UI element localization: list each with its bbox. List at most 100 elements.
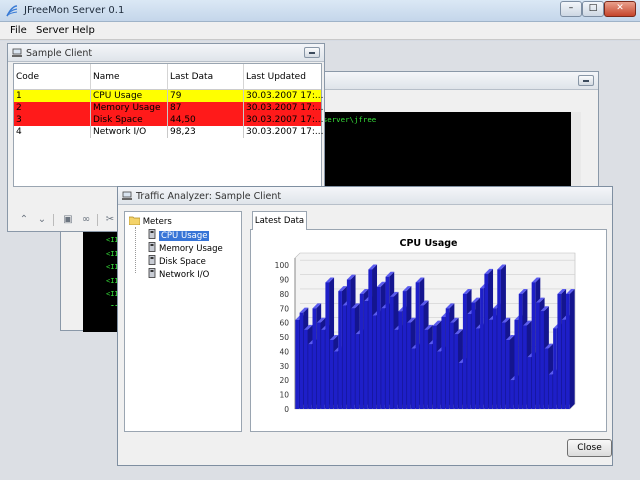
close-button[interactable]: Close [567,439,612,457]
column-header-code[interactable]: Code [14,64,91,90]
console-left-mark: <II [106,236,117,244]
bar [535,302,540,409]
cpu-usage-chart: 0 10 20 30 40 50 60 70 80 90 100 [275,252,576,414]
tree-item-label: Network I/O [159,270,210,280]
bar [299,312,304,409]
console-left-mark: <II [106,290,117,298]
bar [303,329,308,409]
bar [480,288,484,409]
console-left-mark: <II [106,276,117,285]
bar [432,325,437,409]
meters-tree[interactable]: Meters CPU Usage Memory Usage Disk Space Ne… [124,211,242,432]
close-window-button[interactable]: ✕ [604,1,636,17]
bar-side [569,288,575,409]
bar [312,308,317,409]
cut-icon[interactable]: ✂ [103,213,117,227]
folder-icon [128,216,141,226]
binoculars-icon[interactable]: ∞ [79,213,93,227]
bar [544,348,549,409]
bar [407,322,411,409]
client-minimize-button[interactable] [304,47,320,58]
tree-root-label: Meters [142,217,172,227]
table-row[interactable]: 3 Disk Space 44,50 30.03.2007 17:... [14,114,323,126]
move-down-icon[interactable]: ⌄ [35,213,49,227]
bar [462,293,467,409]
bar [381,308,385,409]
bar [527,357,532,409]
column-header-last-updated[interactable]: Last Updated [244,64,323,90]
bar [372,315,377,409]
bar [333,351,338,409]
bar [424,329,428,409]
y-tick-label: 40 [279,347,289,356]
y-tick-label: 70 [279,304,289,313]
bar [523,325,527,409]
bar [295,319,299,409]
tree-item-label: Memory Usage [159,244,223,254]
y-tick-label: 50 [279,333,289,342]
tree-item-disk-space[interactable]: Disk Space [147,255,206,268]
meters-table[interactable]: Code Name Last Data Last Updated 1 CPU Us… [13,63,323,187]
bar [329,339,334,409]
tree-guide-line [135,227,136,273]
bar [540,311,544,409]
maximize-button[interactable]: □ [582,1,604,17]
bar [389,296,394,409]
table-row[interactable]: 1 CPU Usage 79 30.03.2007 17:... [14,90,323,102]
window-title: JFreeMon Server 0.1 [24,5,125,16]
meter-icon [148,229,156,239]
bar [437,351,441,409]
bar [501,322,506,409]
console-left-mark: <II [106,263,117,271]
bar [394,329,398,409]
move-up-icon[interactable]: ⌃ [17,213,31,227]
bar [514,319,519,409]
tree-item-memory-usage[interactable]: Memory Usage [147,242,223,255]
column-header-name[interactable]: Name [91,64,168,90]
table-cell-last-updated: 30.03.2007 17:... [246,91,323,101]
bar [342,305,347,409]
table-row[interactable]: 2 Memory Usage 87 30.03.2007 17:... [14,102,323,114]
client-title-bar[interactable]: Sample Client [8,44,324,62]
trash-icon[interactable]: ▣ [61,213,75,227]
traffic-window-title: Traffic Analyzer: Sample Client [136,191,282,202]
meter-icon [148,255,156,265]
traffic-title-bar[interactable]: Traffic Analyzer: Sample Client [118,187,612,205]
client-window-title: Sample Client [26,48,93,59]
menu-server[interactable]: Server [36,25,69,36]
menu-bar: File Server Help [0,22,640,40]
analyzer-icon [122,191,132,200]
menu-help[interactable]: Help [72,25,95,36]
table-cell-code: 3 [14,114,91,126]
bar [548,374,553,409]
bar [428,344,433,409]
bar [355,334,360,409]
bar [458,362,463,409]
minimize-button[interactable]: – [560,1,582,17]
bar [557,293,562,409]
bar [376,286,381,409]
tab-latest-data[interactable]: Latest Data [252,211,307,230]
latest-data-panel: CPU Usage 0 10 20 30 40 50 60 70 80 90 100 [250,229,607,432]
bar [385,276,390,409]
bar [325,282,330,409]
traffic-analyzer-window[interactable]: Traffic Analyzer: Sample Client Meters C… [117,186,613,466]
console-minimize-button[interactable] [578,75,594,86]
bar [450,322,454,409]
tree-item-network-i-o[interactable]: Network I/O [147,268,209,281]
column-header-last-data[interactable]: Last Data [168,64,244,90]
bar [398,311,403,409]
bar [505,339,510,409]
bar [454,334,458,409]
tree-item-cpu-usage[interactable]: CPU Usage [147,229,211,242]
table-row[interactable]: 4 Network I/O 98,23 30.03.2007 17:... [14,126,323,138]
main-title-bar[interactable]: JFreeMon Server 0.1 – □ ✕ [0,0,640,22]
bar [488,319,493,409]
bar [510,380,514,409]
bar [531,282,536,409]
menu-file[interactable]: File [10,25,27,36]
tree-item-label: CPU Usage [157,230,211,242]
bar [445,308,450,409]
y-tick-label: 60 [279,319,289,328]
meter-icon [148,242,156,252]
